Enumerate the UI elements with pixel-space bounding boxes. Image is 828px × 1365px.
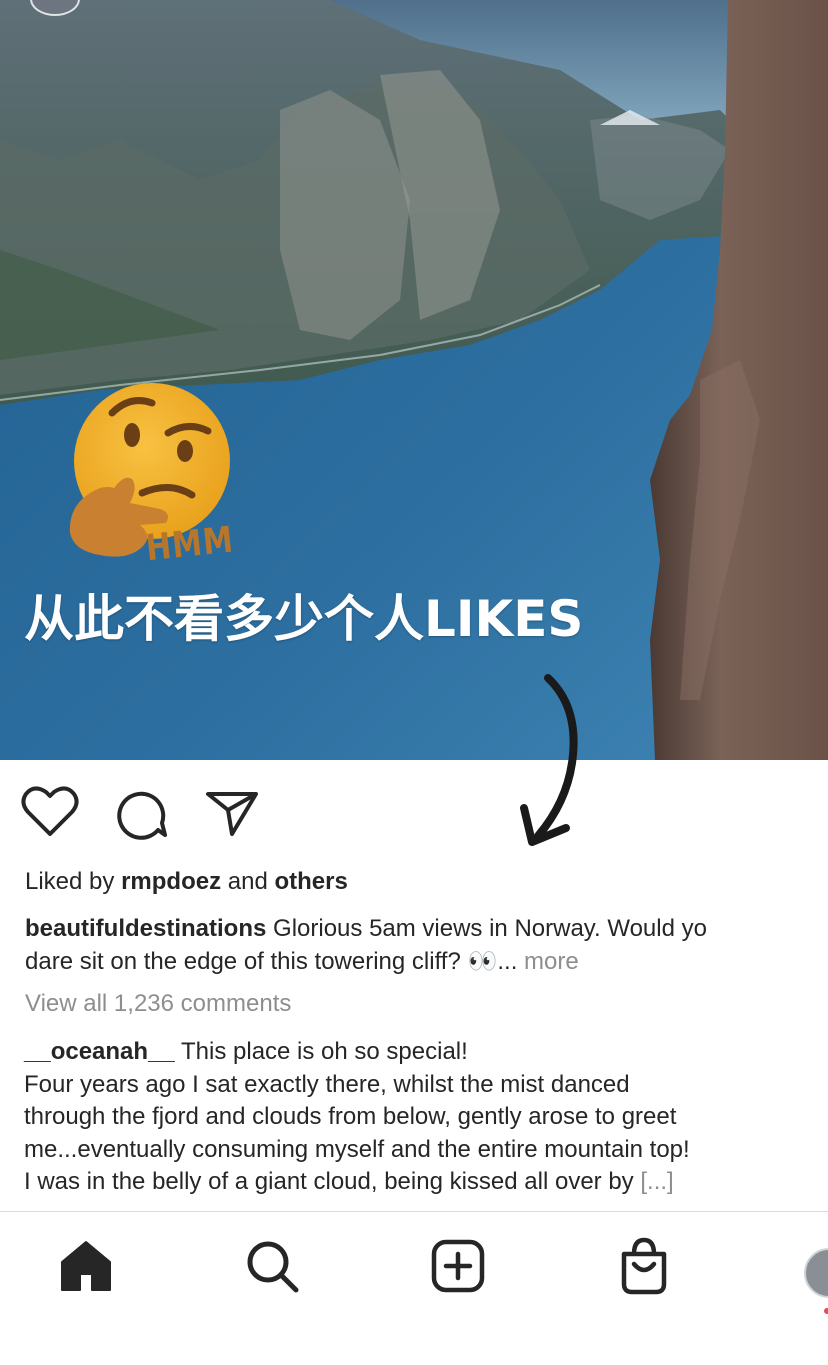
liked-by-others-link[interactable]: others [274,868,347,895]
comment-username-link[interactable]: __oceanah__ [24,1038,175,1065]
liked-by-and: and [227,868,268,895]
liked-by-prefix: Liked by [25,868,115,895]
paper-plane-icon [206,792,258,836]
post-actions [0,780,828,850]
home-icon [61,1241,111,1291]
comment-line-1: This place is oh so special! [181,1038,468,1065]
search-icon [247,1241,299,1293]
comment-line-3: through the fjord and clouds from below,… [24,1103,677,1130]
view-all-comments-link[interactable]: View all 1,236 comments [25,990,291,1018]
liked-by-text: Liked by rmpdoez and others [25,868,348,896]
caption-username-link[interactable]: beautifuldestinations [25,915,266,942]
notification-dot [824,1308,828,1314]
comment-bubble-icon [117,791,167,840]
comment-line-2: Four years ago I sat exactly there, whil… [24,1070,630,1098]
comment-button[interactable] [110,780,174,844]
shopping-bag-icon [621,1237,667,1295]
plus-square-icon [431,1239,485,1293]
nav-profile-avatar[interactable] [804,1248,828,1298]
share-button[interactable] [200,780,264,844]
overlay-caption: 从此不看多少个人LIKES [24,590,584,648]
post-caption: beautifuldestinations Glorious 5am views… [25,912,828,978]
caption-more-link[interactable]: more [524,948,579,975]
caption-line-1: Glorious 5am views in Norway. Would yo [273,915,707,942]
comment-truncated-marker[interactable]: [...] [640,1168,673,1195]
comment-item: __oceanah__ This place is oh so special!… [24,1036,828,1199]
nav-shop-button[interactable] [612,1234,676,1298]
post-image[interactable]: HMM 从此不看多少个人LIKES [0,0,828,760]
like-button[interactable] [18,780,82,844]
nav-create-button[interactable] [426,1234,490,1298]
nav-home-button[interactable] [54,1234,118,1298]
comment-line-5: I was in the belly of a giant cloud, bei… [24,1168,634,1195]
caption-line-2: dare sit on the edge of this towering cl… [25,948,518,975]
heart-icon [21,786,79,836]
bottom-navigation [0,1212,828,1365]
comment-line-4: me...eventually consuming myself and the… [24,1135,690,1163]
nav-search-button[interactable] [240,1234,304,1298]
liked-by-user-link[interactable]: rmpdoez [121,868,221,895]
